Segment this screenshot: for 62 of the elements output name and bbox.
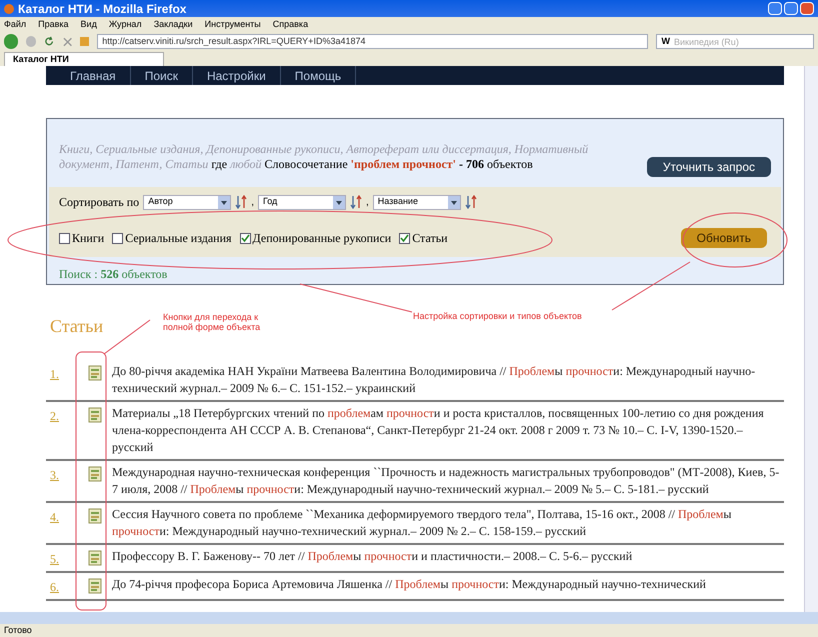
document-icon[interactable] xyxy=(88,578,102,594)
query-description: Книги, Сериальные издания, Депонированные рукописи, Автореферат или диссертация, Нормативный документ, Патент, Статьи где любой Словосочетание 'проблем прочност' - 706 объектов xyxy=(59,142,590,172)
close-button[interactable] xyxy=(800,2,814,15)
annotation-text: Настройка сортировки и типов объектов xyxy=(413,310,582,323)
update-button[interactable]: Обновить xyxy=(680,228,767,248)
separator-text: , xyxy=(366,196,369,210)
checkbox-label: Статьи xyxy=(412,230,448,247)
result-citation: До 74-річчя професора Бориса Артемовича Ляшенка // Проблемы прочности: Международный научно-технический xyxy=(112,576,706,593)
document-icon[interactable] xyxy=(88,407,102,423)
menu-item[interactable]: Журнал xyxy=(108,18,142,32)
type-checkbox[interactable] xyxy=(240,232,251,244)
window-title: Каталог НТИ - Mozilla Firefox xyxy=(18,0,186,18)
sort-select[interactable]: Автор xyxy=(143,194,232,210)
sort-order-icon[interactable] xyxy=(235,195,248,209)
sort-select[interactable]: Название xyxy=(372,194,461,210)
separator-text: , xyxy=(251,196,254,210)
menu-item[interactable]: Файл xyxy=(4,18,26,32)
menu-item[interactable]: Вид xyxy=(80,18,97,32)
type-checkbox[interactable] xyxy=(59,232,70,244)
document-icon[interactable] xyxy=(88,466,102,482)
menu-item[interactable]: Правка xyxy=(38,18,69,32)
forward-button[interactable] xyxy=(26,36,36,47)
annotation-text: Кнопки для перехода к полной форме объекта xyxy=(163,312,262,332)
reload-icon[interactable] xyxy=(44,36,55,47)
check-icon xyxy=(240,234,250,242)
sort-select[interactable]: Год xyxy=(258,194,346,210)
checkbox-label: Депонированные рукописи xyxy=(252,230,392,247)
menu-item[interactable]: Закладки xyxy=(154,18,193,32)
checkbox-label: Сериальные издания xyxy=(125,230,232,247)
minimize-button[interactable] xyxy=(768,2,782,15)
browser-tab[interactable]: Каталог НТИ xyxy=(4,52,164,66)
document-icon[interactable] xyxy=(88,550,102,566)
status-text: Готово xyxy=(4,624,32,637)
result-citation: Сессия Научного совета по проблеме ``Механика деформируемого твердого тела", Полтава, 15-16 окт., 2008 // Проблемы прочности: Международный научно-технический журнал.– 2009 № 2.– С. 158-159.– русский xyxy=(112,506,732,540)
sort-label: Сортировать по xyxy=(59,194,140,211)
nav-link[interactable]: Главная xyxy=(56,66,131,85)
type-checkbox[interactable] xyxy=(399,232,410,244)
back-button[interactable] xyxy=(4,34,18,49)
menu-item[interactable]: Справка xyxy=(272,18,308,32)
result-citation: Профессору В. Г. Баженову-- 70 лет // Проблемы прочности и пластичности.– 2008.– С. 5-6.– русский xyxy=(112,548,632,565)
refine-query-button[interactable]: Уточнить запрос xyxy=(646,157,771,177)
check-icon xyxy=(400,234,410,242)
section-heading: Статьи xyxy=(50,315,104,338)
vertical-scrollbar[interactable] xyxy=(804,66,818,612)
document-icon[interactable] xyxy=(88,508,102,524)
stop-icon[interactable] xyxy=(62,36,72,46)
result-citation: Материалы „18 Петербургских чтений по проблемам прочности и роста кристаллов, посвященных 100-летию со дня рождения члена-корреспондента АН СССР А. В. Степанова“, Санкт-Петербург 21-24 окт. 2008 г 2009 т. 73 № 10.– С. I-V, 1390-1520.– русский xyxy=(112,405,765,456)
type-checkbox[interactable] xyxy=(112,232,124,244)
found-count: Поиск : 526 объектов xyxy=(58,266,168,283)
document-icon[interactable] xyxy=(88,365,102,381)
sort-order-icon[interactable] xyxy=(464,195,477,209)
result-citation: До 80-річчя академіка НАН України Матвеева Валентина Володимировича // Проблемы прочности: Международный научно-технический журнал.– 2009 № 6.– С. 151-152.– украинский xyxy=(112,363,756,397)
address-field[interactable]: http://catserv.viniti.ru/srch_result.aspx?IRL=QUERY+ID%3a41874 xyxy=(97,34,648,49)
sort-order-icon[interactable] xyxy=(350,195,362,209)
nav-link[interactable]: Настройки xyxy=(192,66,281,85)
maximize-button[interactable] xyxy=(784,2,798,15)
result-citation: Международная научно-техническая конференция ``Прочность и надежность магистральных трубопроводов" (МТ-2008), Киев, 5-7 июля, 2008 // Проблемы прочности: Международный научно-технический журнал.– 2009 № 5.– С. 5-181.– русский xyxy=(112,464,780,498)
horizontal-scrollbar[interactable] xyxy=(0,612,818,624)
checkbox-label: Книги xyxy=(72,230,104,247)
menu-item[interactable]: Инструменты xyxy=(204,18,261,32)
nav-link[interactable]: Помощь xyxy=(280,66,356,85)
nav-link[interactable]: Поиск xyxy=(130,66,193,85)
